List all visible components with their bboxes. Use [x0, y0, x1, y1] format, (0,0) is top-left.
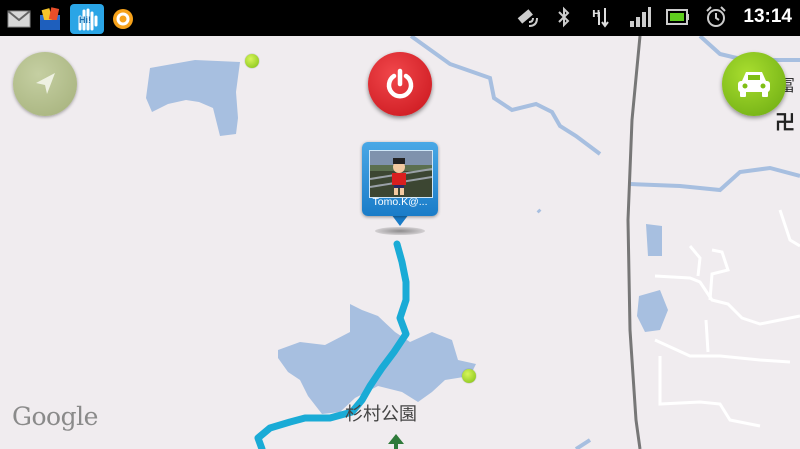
temple-symbol: 卍: [775, 110, 795, 134]
data-transfer-icon: H: [589, 4, 615, 30]
bluetooth-icon: [551, 4, 577, 30]
power-icon: [386, 68, 414, 99]
poi-marker-north[interactable]: [245, 54, 259, 68]
car-icon: [738, 72, 770, 97]
car-button[interactable]: [722, 52, 786, 116]
navigation-arrow-icon: [36, 73, 55, 94]
battery-icon: [665, 4, 691, 30]
status-time: 13:14: [743, 6, 792, 27]
gmail-icon: [6, 6, 32, 32]
alarm-icon: [703, 4, 729, 30]
user-photo-icon: [369, 150, 433, 198]
stream-fragment: [536, 208, 542, 214]
google-logo: Google: [12, 402, 98, 431]
signal-icon: [627, 4, 653, 30]
park-label: 杉村公園: [345, 404, 417, 425]
hi-app-icon: Hi!: [70, 4, 104, 34]
water-area-east-1: [646, 224, 662, 256]
power-button[interactable]: [368, 52, 432, 116]
app-stack-icon: [38, 6, 64, 32]
poi-marker-lake[interactable]: [462, 369, 476, 383]
gps-icon: [513, 4, 539, 30]
status-bar: Hi! H 13:14: [0, 0, 800, 36]
marker-shadow: [375, 227, 425, 235]
user-location-marker[interactable]: Tomo.K@...: [362, 142, 438, 216]
marker-caption: Tomo.K@...: [372, 196, 428, 208]
compass-button[interactable]: [13, 52, 77, 116]
orange-app-icon: [110, 6, 136, 32]
